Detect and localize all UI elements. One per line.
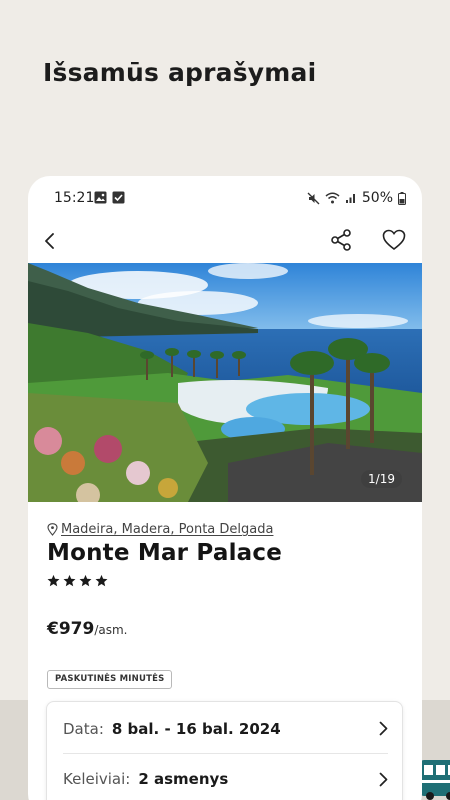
booking-card: Data: 8 bal. - 16 bal. 2024 Keleiviai: 2…	[46, 701, 403, 800]
date-selector[interactable]: Data: 8 bal. - 16 bal. 2024	[63, 704, 388, 754]
back-button[interactable]	[44, 226, 66, 256]
guests-selector[interactable]: Keleiviai: 2 asmenys	[63, 754, 388, 800]
date-value: 8 bal. - 16 bal. 2024	[111, 719, 281, 738]
status-time: 15:21	[54, 190, 95, 206]
share-icon	[331, 229, 351, 251]
heart-icon	[382, 229, 406, 251]
phone-screen: 15:21 50% 1/19 Madeira, Madera, Ponta De…	[28, 176, 422, 800]
star-rating	[47, 574, 108, 587]
wifi-icon	[325, 192, 340, 204]
battery-icon	[398, 191, 406, 205]
mute-icon	[307, 192, 320, 204]
price-value: €979	[47, 619, 95, 639]
battery-percent: 50%	[361, 190, 393, 206]
hotel-name: Monte Mar Palace	[47, 540, 283, 566]
favorite-button[interactable]	[382, 224, 410, 256]
price-row: €979/asm.	[47, 619, 127, 639]
bus-icon	[420, 760, 450, 800]
share-button[interactable]	[329, 224, 355, 256]
hotel-photo[interactable]: 1/19	[28, 263, 422, 502]
photo-counter: 1/19	[361, 470, 402, 488]
star-icon	[47, 574, 60, 587]
hotel-photo-image	[28, 263, 422, 502]
chevron-right-icon	[379, 721, 388, 736]
guests-label: Keleiviai:	[63, 770, 131, 788]
check-square-icon	[112, 191, 125, 204]
price-unit: /asm.	[94, 623, 128, 637]
location-row[interactable]: Madeira, Madera, Ponta Delgada	[47, 522, 273, 537]
star-icon	[79, 574, 92, 587]
date-label: Data:	[63, 719, 104, 738]
page-headline: Išsamūs aprašymai	[43, 58, 317, 87]
status-left-icons	[94, 191, 125, 204]
chevron-right-icon	[379, 772, 388, 787]
signal-icon	[345, 194, 355, 203]
chevron-left-icon	[45, 233, 54, 249]
nav-bar	[28, 220, 422, 262]
status-bar: 15:21 50%	[28, 176, 422, 220]
status-right: 50%	[307, 190, 406, 206]
last-minute-badge: PASKUTINĖS MINUTĖS	[47, 670, 173, 689]
gallery-icon	[94, 191, 107, 204]
map-pin-icon	[47, 523, 58, 536]
star-icon	[95, 574, 108, 587]
location-link[interactable]: Madeira, Madera, Ponta Delgada	[61, 522, 273, 537]
guests-value: 2 asmenys	[138, 770, 229, 788]
star-icon	[63, 574, 76, 587]
